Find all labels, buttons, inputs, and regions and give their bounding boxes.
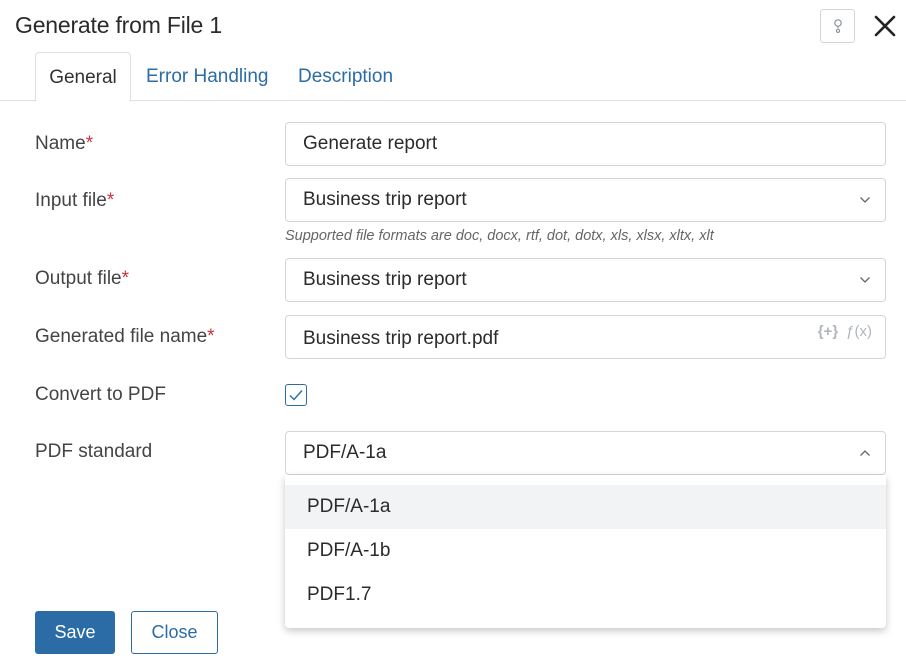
dropdown-option-pdf1-7[interactable]: PDF1.7 bbox=[285, 573, 886, 617]
name-input-value: Generate report bbox=[303, 133, 438, 154]
chevron-up-icon bbox=[860, 450, 870, 456]
input-file-value: Business trip report bbox=[303, 189, 467, 210]
pdf-standard-select[interactable]: PDF/A-1a bbox=[285, 431, 886, 475]
dropdown-option-pdf-a-1b[interactable]: PDF/A-1b bbox=[285, 529, 886, 573]
checkmark-icon bbox=[289, 390, 303, 401]
close-button[interactable]: Close bbox=[131, 611, 218, 654]
generated-file-name-input[interactable]: Business trip report.pdf {+} ƒ(x) bbox=[285, 315, 886, 359]
output-file-select[interactable]: Business trip report bbox=[285, 258, 886, 302]
input-file-select[interactable]: Business trip report bbox=[285, 178, 886, 222]
name-label: Name* bbox=[35, 133, 94, 154]
help-button[interactable] bbox=[820, 9, 855, 43]
pdf-standard-value: PDF/A-1a bbox=[303, 442, 387, 463]
tab-description[interactable]: Description bbox=[298, 52, 393, 101]
output-file-value: Business trip report bbox=[303, 269, 467, 290]
generated-file-name-value: Business trip report.pdf bbox=[303, 328, 499, 349]
dropdown-option-pdf-a-1a[interactable]: PDF/A-1a bbox=[285, 485, 886, 529]
question-icon bbox=[833, 19, 842, 33]
name-input[interactable]: Generate report bbox=[285, 122, 886, 166]
tab-bar: General Error Handling Description bbox=[0, 52, 906, 102]
tab-general[interactable]: General bbox=[35, 52, 131, 102]
variable-icon[interactable]: {+} bbox=[818, 323, 838, 340]
generated-file-name-label: Generated file name* bbox=[35, 326, 215, 347]
generate-from-file-dialog: Generate from File 1 General Error Handl… bbox=[0, 0, 906, 662]
dialog-title: Generate from File 1 bbox=[15, 12, 222, 38]
output-file-label: Output file* bbox=[35, 268, 130, 289]
convert-to-pdf-label: Convert to PDF bbox=[35, 384, 166, 405]
field-tools: {+} ƒ(x) bbox=[818, 322, 872, 342]
convert-to-pdf-checkbox[interactable] bbox=[285, 384, 307, 406]
required-mark: * bbox=[121, 268, 130, 289]
chevron-down-icon bbox=[860, 277, 870, 283]
input-file-label: Input file* bbox=[35, 190, 115, 211]
required-mark: * bbox=[106, 190, 115, 211]
required-mark: * bbox=[85, 133, 94, 154]
tab-error-handling[interactable]: Error Handling bbox=[146, 52, 269, 101]
close-icon[interactable] bbox=[873, 14, 897, 38]
pdf-standard-label: PDF standard bbox=[35, 441, 153, 462]
save-button[interactable]: Save bbox=[35, 611, 115, 654]
required-mark: * bbox=[207, 326, 215, 347]
chevron-down-icon bbox=[860, 197, 870, 203]
supported-formats-hint: Supported file formats are doc, docx, rt… bbox=[285, 228, 714, 244]
function-icon[interactable]: ƒ(x) bbox=[846, 323, 872, 340]
pdf-standard-dropdown: PDF/A-1a PDF/A-1b PDF1.7 bbox=[285, 475, 886, 628]
